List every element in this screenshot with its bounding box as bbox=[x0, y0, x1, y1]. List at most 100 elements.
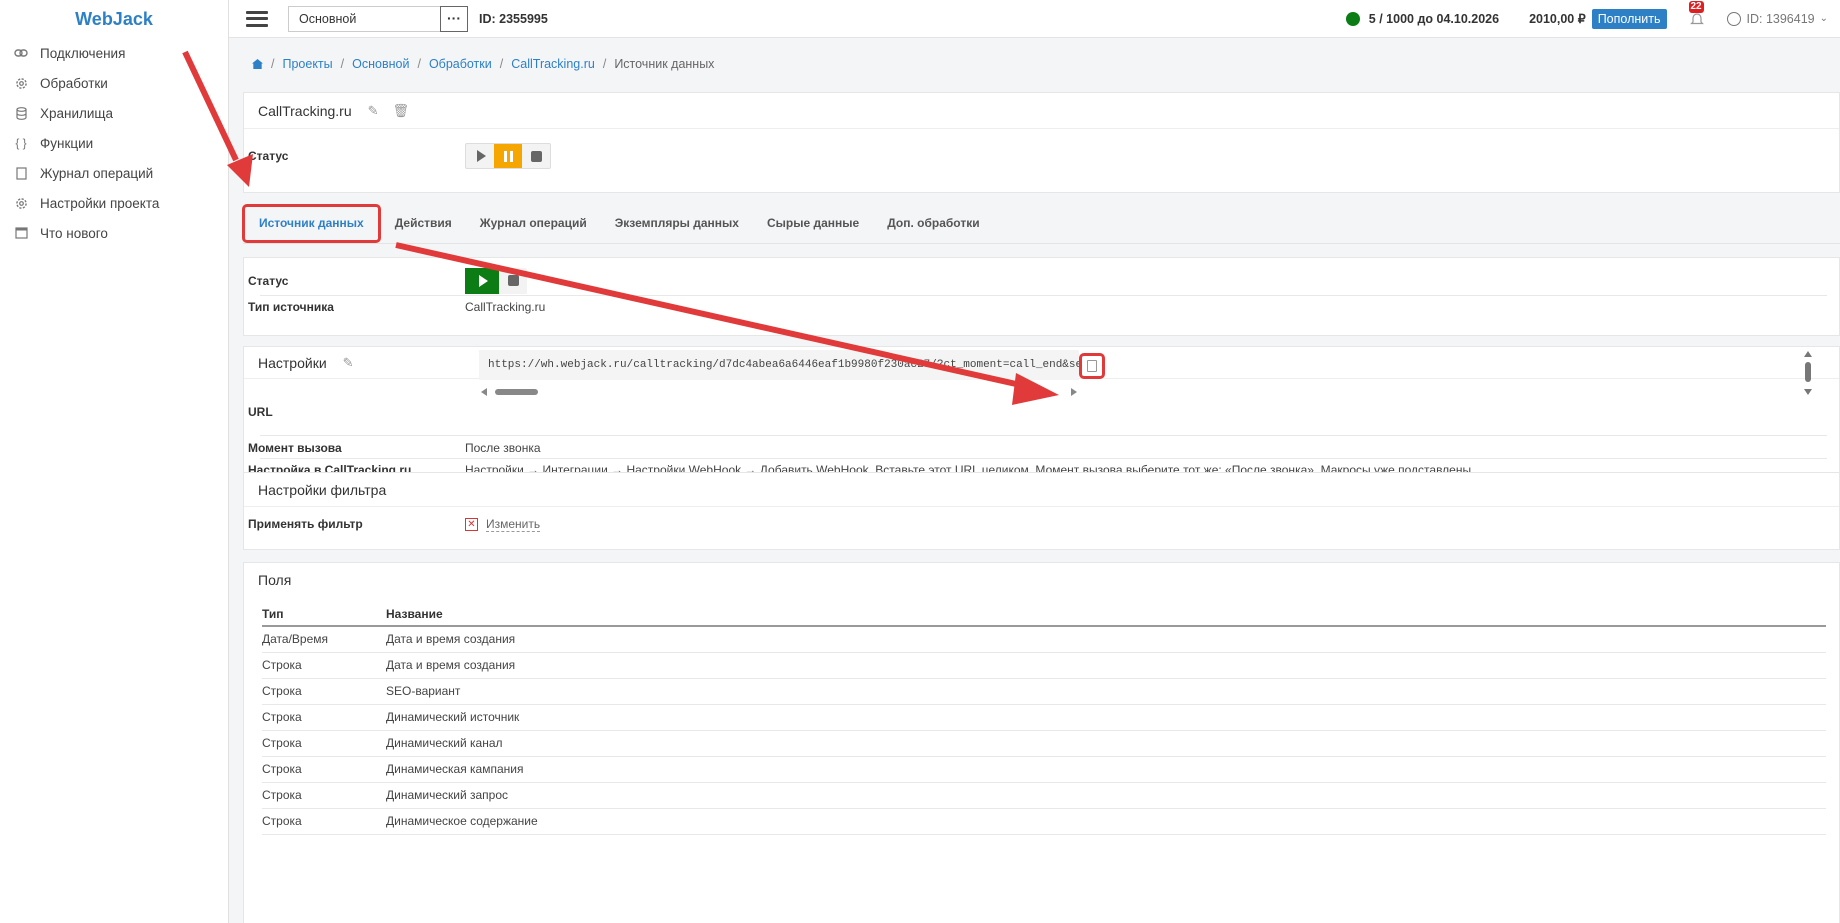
source-play-button[interactable] bbox=[465, 268, 499, 294]
field-name: SEO-вариант bbox=[386, 678, 1826, 705]
sidebar-item-project-settings[interactable]: Настройки проекта bbox=[0, 188, 228, 218]
pause-icon bbox=[503, 150, 513, 162]
balance: 2010,00 ₽ bbox=[1529, 12, 1586, 26]
sidebar-item-label: Обработки bbox=[40, 75, 108, 91]
topbar: Основной ··· ID: 2355995 5 / 1000 до 04.… bbox=[229, 0, 1840, 38]
link-icon bbox=[14, 46, 28, 60]
field-name: Дата и время создания bbox=[386, 652, 1826, 679]
edit-icon[interactable]: ✎ bbox=[368, 103, 379, 119]
breadcrumb-current: Источник данных bbox=[614, 57, 715, 71]
vertical-scrollbar[interactable] bbox=[1803, 350, 1813, 400]
table-row: Строка Динамический канал bbox=[262, 730, 1826, 757]
sidebar-item-processings[interactable]: Обработки bbox=[0, 68, 228, 98]
apply-filter-label: Применять фильтр bbox=[248, 517, 363, 531]
source-stop-button[interactable] bbox=[499, 268, 527, 292]
tab-data-instances[interactable]: Экземпляры данных bbox=[601, 203, 753, 244]
field-name: Дата и время создания bbox=[386, 626, 1826, 653]
home-icon[interactable] bbox=[252, 59, 263, 69]
status-dot-icon bbox=[1345, 11, 1360, 26]
copy-url-button[interactable] bbox=[1079, 353, 1105, 379]
field-type: Строка bbox=[262, 808, 386, 835]
stop-icon bbox=[530, 150, 542, 162]
processing-card: CallTracking.ru ✎ 🗑 Статус bbox=[243, 92, 1840, 193]
play-icon bbox=[478, 275, 488, 287]
column-header-name: Название bbox=[386, 602, 1826, 627]
journal-icon bbox=[14, 166, 28, 180]
field-name: Динамический источник bbox=[386, 704, 1826, 731]
status-label: Статус bbox=[248, 149, 289, 163]
bell-icon[interactable]: 22 bbox=[1688, 0, 1705, 27]
processing-controls bbox=[465, 143, 551, 169]
sidebar: WebJack Подключения Обработки Хранилища … bbox=[0, 0, 229, 923]
field-type: Дата/Время bbox=[262, 626, 386, 653]
sidebar-item-functions[interactable]: { } Функции bbox=[0, 128, 228, 158]
play-button[interactable] bbox=[466, 144, 494, 168]
table-row: Строка Динамическая кампания bbox=[262, 756, 1826, 783]
copy-icon bbox=[1087, 360, 1097, 372]
sidebar-item-label: Что нового bbox=[40, 225, 108, 241]
field-name: Динамический канал bbox=[386, 730, 1826, 757]
pause-button[interactable] bbox=[494, 144, 522, 168]
table-row: Строка Дата и время создания bbox=[262, 652, 1826, 679]
user-icon bbox=[1726, 11, 1741, 26]
sidebar-item-storages[interactable]: Хранилища bbox=[0, 98, 228, 128]
tab-journal[interactable]: Журнал операций bbox=[466, 203, 601, 244]
table-row: Строка Динамический запрос bbox=[262, 782, 1826, 809]
tab-extra-processing[interactable]: Доп. обработки bbox=[873, 203, 993, 244]
sidebar-item-connections[interactable]: Подключения bbox=[0, 38, 228, 68]
sidebar-item-whats-new[interactable]: Что нового bbox=[0, 218, 228, 248]
sidebar-item-label: Подключения bbox=[40, 45, 126, 61]
table-row: Строка Динамическое содержание bbox=[262, 808, 1826, 835]
settings-title: Настройки bbox=[258, 354, 327, 371]
tab-raw-data[interactable]: Сырые данные bbox=[753, 203, 873, 244]
source-type-label: Тип источника bbox=[248, 300, 334, 314]
field-name: Динамическая кампания bbox=[386, 756, 1826, 783]
breadcrumb: / Проекты / Основной / Обработки / CallTrack… bbox=[252, 57, 714, 71]
moment-label: Момент вызова bbox=[248, 441, 342, 455]
project-select[interactable]: Основной bbox=[288, 5, 440, 32]
field-type: Строка bbox=[262, 704, 386, 731]
topup-button[interactable]: Пополнить bbox=[1591, 8, 1667, 29]
project-menu-button[interactable]: ··· bbox=[440, 5, 468, 32]
menu-icon[interactable] bbox=[246, 10, 268, 27]
field-type: Строка bbox=[262, 782, 386, 809]
breadcrumb-processing[interactable]: CallTracking.ru bbox=[511, 57, 595, 71]
stop-button[interactable] bbox=[522, 144, 550, 168]
url-field[interactable]: https://wh.webjack.ru/calltracking/d7dc4… bbox=[479, 350, 1109, 400]
horizontal-scrollbar[interactable] bbox=[479, 385, 1079, 396]
source-card: Статус Тип источника CallTracking.ru bbox=[243, 257, 1840, 336]
filter-change-link[interactable]: Изменить bbox=[486, 517, 541, 532]
processing-title: CallTracking.ru bbox=[258, 102, 352, 119]
trash-icon[interactable]: 🗑 bbox=[393, 103, 410, 119]
table-row: Строка Динамический источник bbox=[262, 704, 1826, 731]
filter-title: Настройки фильтра bbox=[258, 481, 387, 498]
braces-icon: { } bbox=[15, 136, 27, 150]
user-menu[interactable]: ID: 1396419 ⌄ bbox=[1726, 11, 1828, 26]
table-row: Дата/Время Дата и время создания bbox=[262, 626, 1826, 653]
breadcrumb-projects[interactable]: Проекты bbox=[282, 57, 332, 71]
filter-card: Настройки фильтра Применять фильтр ✕ Изм… bbox=[243, 472, 1840, 550]
limit-text: 5 / 1000 до 04.10.2026 bbox=[1368, 11, 1500, 26]
field-name: Динамическое содержание bbox=[386, 808, 1826, 835]
tabs: Источник данных Действия Журнал операций… bbox=[242, 203, 1840, 244]
breadcrumb-processings[interactable]: Обработки bbox=[429, 57, 492, 71]
field-type: Строка bbox=[262, 652, 386, 679]
play-icon bbox=[476, 150, 486, 162]
field-type: Строка bbox=[262, 756, 386, 783]
source-controls bbox=[465, 268, 527, 294]
sidebar-item-journal[interactable]: Журнал операций bbox=[0, 158, 228, 188]
url-value[interactable]: https://wh.webjack.ru/calltracking/d7dc4… bbox=[479, 350, 1079, 380]
fields-title: Поля bbox=[258, 572, 292, 588]
breadcrumb-project[interactable]: Основной bbox=[352, 57, 409, 71]
url-label: URL bbox=[248, 405, 273, 419]
fields-table: Тип Название Дата/Время Дата и время созд… bbox=[262, 602, 1826, 835]
tab-data-source[interactable]: Источник данных bbox=[242, 203, 381, 243]
field-name: Динамический запрос bbox=[386, 782, 1826, 809]
gear-icon bbox=[14, 76, 28, 90]
sidebar-item-label: Настройки проекта bbox=[40, 195, 160, 211]
column-header-type: Тип bbox=[262, 602, 386, 627]
tab-actions[interactable]: Действия bbox=[381, 203, 466, 244]
edit-icon[interactable]: ✎ bbox=[343, 355, 354, 371]
user-id: ID: 1396419 bbox=[1746, 11, 1815, 26]
app-logo[interactable]: WebJack bbox=[0, 0, 228, 38]
